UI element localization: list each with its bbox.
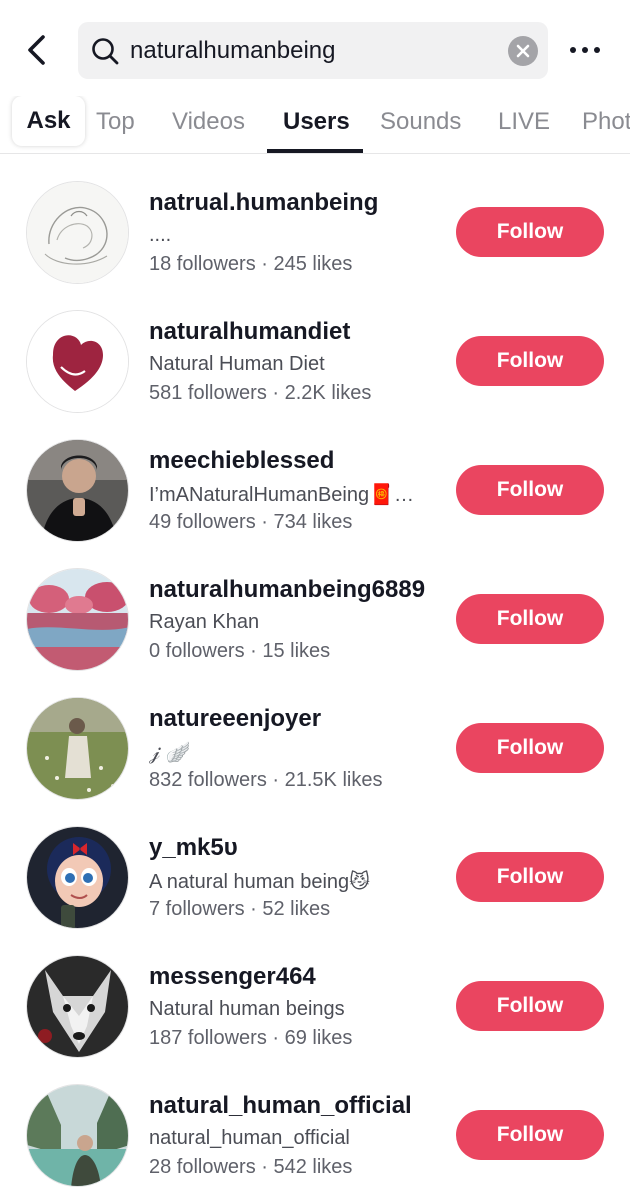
- list-item[interactable]: natrual.humanbeing .... 18 followers · 2…: [0, 181, 630, 310]
- user-stats: 49 followers · 734 likes: [149, 511, 353, 533]
- user-stats: 581 followers · 2.2K likes: [149, 382, 372, 404]
- username[interactable]: naturalhumanbeing6889: [149, 576, 425, 604]
- username[interactable]: natureeenjoyer: [149, 705, 321, 733]
- username[interactable]: y_mk5υ: [149, 834, 238, 862]
- avatar[interactable]: [26, 568, 129, 671]
- user-bio: Natural human beings: [149, 998, 345, 1020]
- tab-top[interactable]: Top: [96, 96, 135, 153]
- top-bar: naturalhumanbeing: [0, 0, 630, 96]
- avatar[interactable]: [26, 310, 129, 413]
- mountain-avatar-image: [27, 1085, 128, 1186]
- search-input[interactable]: naturalhumanbeing: [130, 22, 500, 79]
- heart-logo-avatar-image: [27, 311, 128, 412]
- tab-live[interactable]: LIVE: [498, 96, 550, 153]
- avatar[interactable]: [26, 826, 129, 929]
- user-bio: Rayan Khan: [149, 611, 260, 633]
- tab-photos[interactable]: Photos: [582, 96, 630, 153]
- search-bar[interactable]: naturalhumanbeing: [78, 22, 548, 79]
- meadow-avatar-image: [27, 698, 128, 799]
- clear-icon: [516, 44, 530, 58]
- list-item[interactable]: natural_human_official natural_human_off…: [0, 1084, 630, 1199]
- photo-avatar-image: [27, 440, 128, 541]
- tab-users[interactable]: Users: [283, 96, 350, 153]
- clear-search-button[interactable]: [508, 36, 538, 66]
- user-bio: A natural human being😼: [149, 871, 370, 893]
- tab-ask[interactable]: Ask: [12, 96, 85, 146]
- avatar[interactable]: [26, 181, 129, 284]
- user-bio: 𝒿 🪽: [149, 742, 191, 764]
- list-item[interactable]: meechieblessed I’mANaturalHumanBeing🧧… 4…: [0, 439, 630, 568]
- follow-button[interactable]: Follow: [456, 207, 604, 257]
- username[interactable]: naturalhumandiet: [149, 318, 350, 346]
- user-stats: 832 followers · 21.5K likes: [149, 769, 383, 791]
- more-dot: [570, 47, 576, 53]
- user-stats: 18 followers · 245 likes: [149, 253, 353, 275]
- more-dot: [594, 47, 600, 53]
- sketch-avatar-image: [27, 182, 128, 283]
- user-stats: 187 followers · 69 likes: [149, 1027, 353, 1049]
- avatar[interactable]: [26, 1084, 129, 1187]
- user-bio: I’mANaturalHumanBeing🧧…: [149, 484, 414, 506]
- more-dot: [582, 47, 588, 53]
- user-bio: natural_human_official: [149, 1127, 350, 1149]
- user-bio: ....: [149, 224, 172, 246]
- follow-button[interactable]: Follow: [456, 336, 604, 386]
- chevron-left-icon: [28, 35, 45, 65]
- user-bio: Natural Human Diet: [149, 353, 325, 375]
- username[interactable]: natrual.humanbeing: [149, 189, 378, 217]
- avatar[interactable]: [26, 439, 129, 542]
- username[interactable]: natural_human_official: [149, 1092, 412, 1120]
- follow-button[interactable]: Follow: [456, 594, 604, 644]
- cartoon-avatar-image: [27, 827, 128, 928]
- username[interactable]: meechieblessed: [149, 447, 334, 475]
- back-button[interactable]: [18, 30, 54, 70]
- wolf-avatar-image: [27, 956, 128, 1057]
- search-tabs: Top Videos Users Sounds LIVE Photos Ask: [0, 96, 630, 154]
- list-item[interactable]: naturalhumanbeing6889 Rayan Khan 0 follo…: [0, 568, 630, 697]
- avatar[interactable]: [26, 955, 129, 1058]
- user-stats: 7 followers · 52 likes: [149, 898, 331, 920]
- active-tab-indicator: [267, 149, 363, 153]
- list-item[interactable]: y_mk5υ A natural human being😼 7 follower…: [0, 826, 630, 955]
- avatar[interactable]: [26, 697, 129, 800]
- tab-videos[interactable]: Videos: [172, 96, 245, 153]
- list-item[interactable]: naturalhumandiet Natural Human Diet 581 …: [0, 310, 630, 439]
- list-item[interactable]: natureeenjoyer 𝒿 🪽 832 followers · 21.5K…: [0, 697, 630, 826]
- follow-button[interactable]: Follow: [456, 465, 604, 515]
- follow-button[interactable]: Follow: [456, 723, 604, 773]
- tab-sounds[interactable]: Sounds: [380, 96, 461, 153]
- username[interactable]: messenger464: [149, 963, 316, 991]
- list-item[interactable]: messenger464 Natural human beings 187 fo…: [0, 955, 630, 1084]
- follow-button[interactable]: Follow: [456, 852, 604, 902]
- search-icon: [92, 38, 119, 65]
- more-options-button[interactable]: [566, 36, 604, 64]
- follow-button[interactable]: Follow: [456, 981, 604, 1031]
- follow-button[interactable]: Follow: [456, 1110, 604, 1160]
- user-stats: 28 followers · 542 likes: [149, 1156, 353, 1178]
- landscape-avatar-image: [27, 569, 128, 670]
- user-stats: 0 followers · 15 likes: [149, 640, 331, 662]
